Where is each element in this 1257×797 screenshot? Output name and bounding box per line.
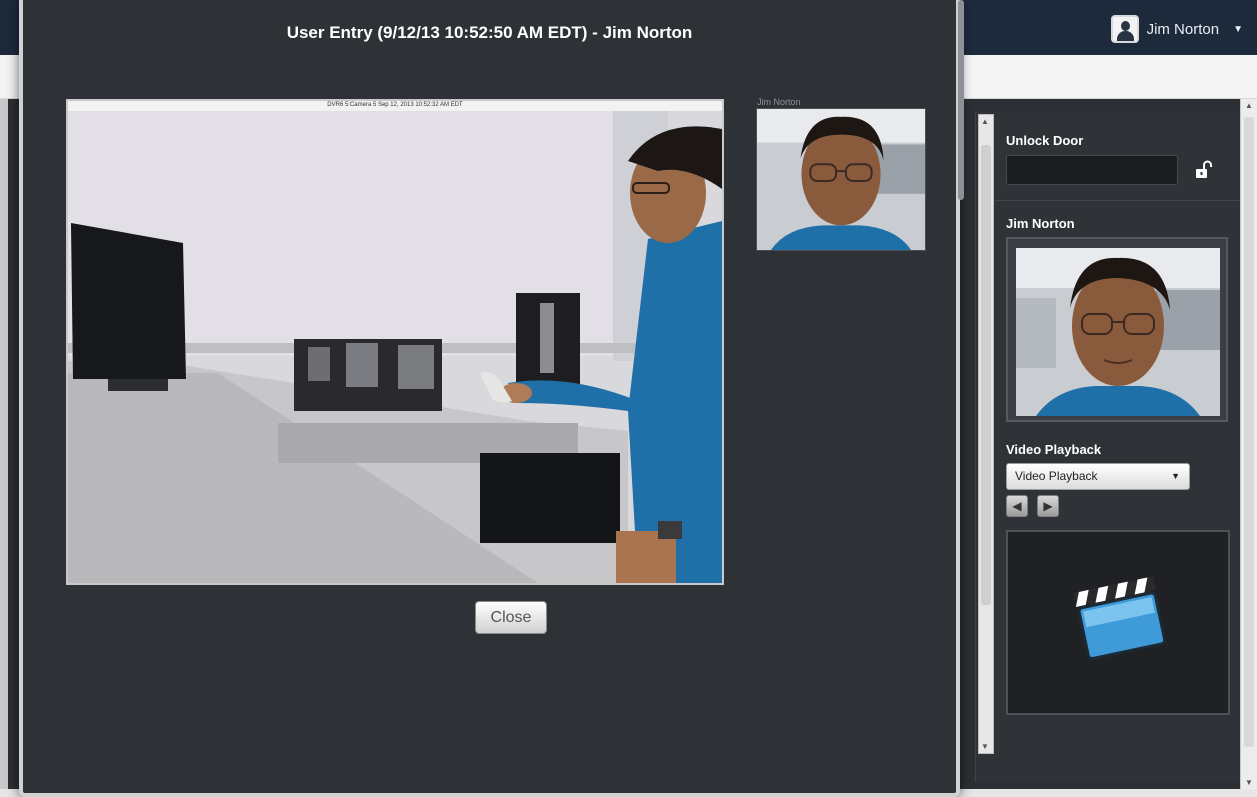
dialog-title: User Entry (9/12/13 10:52:50 AM EDT) - J… — [286, 23, 693, 42]
thumbnail-label: Jim Norton — [757, 97, 801, 107]
video-playback-title: Video Playback — [1006, 442, 1102, 457]
next-button[interactable]: ▶ — [1037, 495, 1059, 517]
scroll-thumb[interactable] — [1244, 117, 1254, 747]
scroll-down-icon[interactable]: ▼ — [1245, 778, 1253, 787]
camera-image — [68, 111, 722, 583]
video-player[interactable] — [1006, 530, 1230, 715]
clapperboard-icon — [1073, 576, 1167, 661]
camera-caption: DVR6 5:Camera 5 Sep 12, 2013 10:52:32 AM… — [327, 102, 463, 108]
video-playback-select[interactable]: Video Playback ▼ — [1006, 463, 1190, 490]
unlock-door-field[interactable] — [1006, 155, 1178, 185]
scroll-up-icon[interactable]: ▲ — [981, 117, 989, 126]
arrow-left-icon: ◀ — [1012, 499, 1022, 513]
video-playback-select-value: Video Playback — [1015, 469, 1098, 483]
camera-snapshot: DVR6 5:Camera 5 Sep 12, 2013 10:52:32 AM… — [66, 99, 724, 585]
user-entry-dialog: User Entry (9/12/13 10:52:50 AM EDT) - J… — [19, 0, 964, 797]
portrait-image — [1016, 248, 1220, 416]
person-photo — [1006, 237, 1228, 422]
user-avatar-icon — [1110, 15, 1139, 43]
chevron-down-icon[interactable]: ▼ — [1233, 24, 1243, 35]
unlock-icon[interactable] — [1194, 160, 1214, 180]
unlock-door-title: Unlock Door — [1006, 133, 1084, 148]
page-scrollbar[interactable]: ▲ ▼ — [1240, 99, 1257, 789]
dialog-scrollbar[interactable] — [958, 0, 964, 200]
close-button[interactable]: Close — [475, 601, 547, 634]
arrow-right-icon: ▶ — [1043, 499, 1053, 513]
scroll-down-icon[interactable]: ▼ — [981, 742, 989, 751]
left-edge — [0, 99, 8, 789]
chevron-down-icon: ▼ — [1171, 471, 1180, 481]
scroll-thumb[interactable] — [981, 145, 991, 605]
previous-button[interactable]: ◀ — [1006, 495, 1028, 517]
person-title: Jim Norton — [1006, 216, 1075, 231]
side-panel-scrollbar[interactable]: ▲ ▼ — [978, 114, 994, 754]
divider — [995, 200, 1240, 201]
user-menu[interactable]: Jim Norton ▼ — [1110, 14, 1243, 44]
user-name: Jim Norton — [1146, 20, 1220, 38]
scroll-up-icon[interactable]: ▲ — [1245, 101, 1253, 110]
thumbnail-image — [756, 108, 926, 251]
